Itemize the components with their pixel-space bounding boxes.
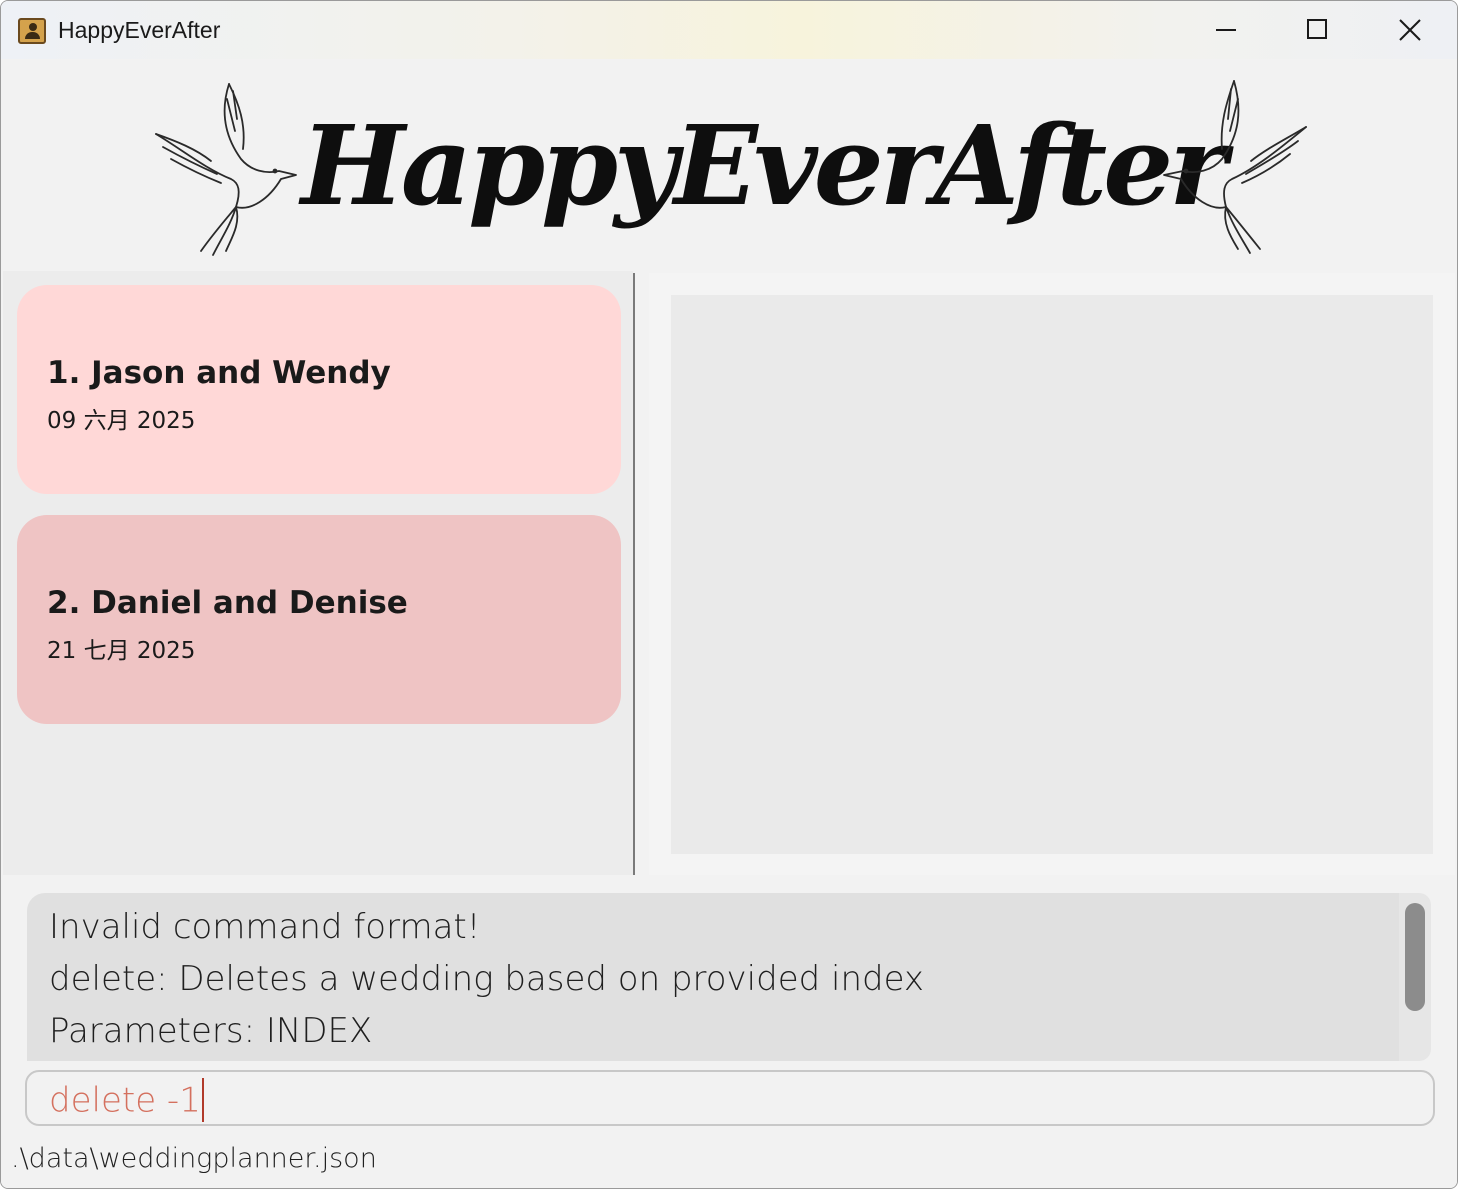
address-book-icon bbox=[18, 18, 46, 44]
maximize-icon bbox=[1307, 19, 1327, 39]
window-title: HappyEverAfter bbox=[58, 17, 221, 43]
wedding-card[interactable]: 2. Daniel and Denise 21 七月 2025 bbox=[17, 515, 621, 724]
wedding-list[interactable]: 1. Jason and Wendy 09 六月 2025 2. Daniel … bbox=[3, 271, 633, 875]
panel-divider[interactable] bbox=[633, 273, 635, 875]
app-window: HappyEverAfter HappyEverAfter 1. Jason a… bbox=[0, 0, 1458, 1189]
text-caret bbox=[201, 1078, 204, 1122]
result-line: Invalid command format! bbox=[49, 907, 481, 947]
scrollbar-thumb[interactable] bbox=[1405, 903, 1425, 1011]
result-scrollbar[interactable] bbox=[1399, 893, 1431, 1061]
dove-icon bbox=[155, 83, 297, 256]
command-text: delete -1 bbox=[49, 1080, 201, 1121]
wedding-detail-panel bbox=[649, 273, 1455, 875]
minimize-button[interactable] bbox=[1196, 9, 1256, 51]
maximize-button[interactable] bbox=[1287, 9, 1347, 51]
dove-icon bbox=[1163, 80, 1307, 254]
wedding-detail-content bbox=[671, 295, 1433, 854]
save-file-path: .\data\weddingplanner.json bbox=[11, 1143, 377, 1174]
title-bar: HappyEverAfter bbox=[1, 1, 1457, 59]
minimize-icon bbox=[1216, 29, 1236, 31]
wedding-name: 1. Jason and Wendy bbox=[47, 355, 391, 391]
banner-logo: HappyEverAfter bbox=[301, 101, 1227, 230]
result-line: Parameters: INDEX bbox=[49, 1011, 373, 1051]
close-icon bbox=[1399, 19, 1421, 41]
result-line: delete: Deletes a wedding based on provi… bbox=[49, 959, 925, 999]
status-bar: .\data\weddingplanner.json bbox=[1, 1129, 1457, 1188]
banner: HappyEverAfter bbox=[1, 59, 1457, 271]
wedding-date: 21 七月 2025 bbox=[47, 638, 196, 664]
wedding-card[interactable]: 1. Jason and Wendy 09 六月 2025 bbox=[17, 285, 621, 494]
close-button[interactable] bbox=[1380, 9, 1440, 51]
command-input[interactable]: delete -1 bbox=[25, 1070, 1435, 1126]
wedding-name: 2. Daniel and Denise bbox=[47, 585, 408, 621]
wedding-date: 09 六月 2025 bbox=[47, 408, 196, 434]
result-display: Invalid command format! delete: Deletes … bbox=[27, 893, 1399, 1061]
